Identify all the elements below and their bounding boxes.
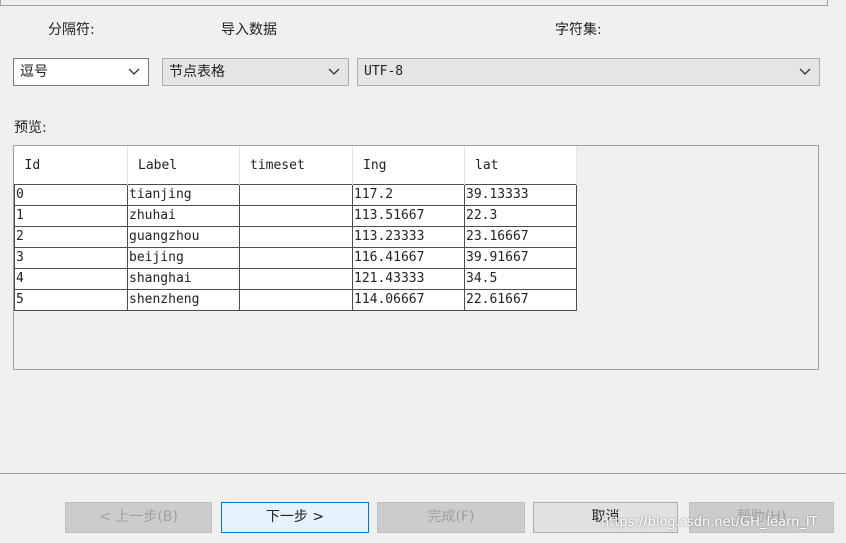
- column-header-lat: lat: [464, 146, 577, 185]
- column-header-label: Label: [127, 146, 240, 185]
- table-cell: 121.43333: [352, 268, 465, 290]
- table-cell: tianjing: [127, 184, 240, 206]
- table-cell: 39.91667: [464, 247, 577, 269]
- charset-select-value: UTF-8: [364, 64, 404, 79]
- table-cell: 22.3: [464, 205, 577, 227]
- table-cell: 113.51667: [352, 205, 465, 227]
- table-cell: 117.2: [352, 184, 465, 206]
- table-row: 3 beijing 116.41667 39.91667: [14, 247, 577, 269]
- table-cell: 0: [14, 184, 128, 206]
- table-cell: 23.16667: [464, 226, 577, 248]
- table-cell: 116.41667: [352, 247, 465, 269]
- table-header-row: Id Label timeset Ing lat: [14, 146, 577, 185]
- table-cell: 113.23333: [352, 226, 465, 248]
- table-cell: shenzheng: [127, 289, 240, 311]
- import-data-select-value: 节点表格: [169, 64, 225, 80]
- table-cell: 4: [14, 268, 128, 290]
- table-cell: [239, 205, 353, 227]
- table-row: 2 guangzhou 113.23333 23.16667: [14, 226, 577, 248]
- table-cell: beijing: [127, 247, 240, 269]
- table-cell: 5: [14, 289, 128, 311]
- table-cell: 39.13333: [464, 184, 577, 206]
- table-row: 0 tianjing 117.2 39.13333: [14, 184, 577, 206]
- table-cell: [239, 226, 353, 248]
- table-cell: zhuhai: [127, 205, 240, 227]
- table-row: 4 shanghai 121.43333 34.5: [14, 268, 577, 290]
- table-cell: 1: [14, 205, 128, 227]
- table-cell: 3: [14, 247, 128, 269]
- chevron-down-icon: [328, 59, 340, 85]
- separator-select-value: 逗号: [20, 64, 48, 80]
- column-header-timeset: timeset: [239, 146, 353, 185]
- chevron-down-icon: [799, 59, 811, 85]
- column-header-id: Id: [14, 146, 128, 185]
- watermark-text: https://blog.csdn.net/GH_learn_IT: [601, 515, 818, 530]
- table-cell: [239, 289, 353, 311]
- charset-select[interactable]: UTF-8: [357, 58, 820, 86]
- column-header-ing: Ing: [352, 146, 465, 185]
- table-cell: guangzhou: [127, 226, 240, 248]
- table-cell: [239, 247, 353, 269]
- table-cell: 22.61667: [464, 289, 577, 311]
- preview-label: 预览:: [14, 120, 47, 136]
- footer-divider: [0, 473, 846, 474]
- import-data-select[interactable]: 节点表格: [162, 58, 349, 86]
- table-cell: 114.06667: [352, 289, 465, 311]
- back-button[interactable]: < 上一步(B): [65, 502, 212, 533]
- table-cell: 34.5: [464, 268, 577, 290]
- table-row: 5 shenzheng 114.06667 22.61667: [14, 289, 577, 311]
- table-cell: shanghai: [127, 268, 240, 290]
- separator-select[interactable]: 逗号: [13, 58, 149, 86]
- next-button[interactable]: 下一步 >: [221, 502, 369, 533]
- table-cell: 2: [14, 226, 128, 248]
- table-cell: [239, 268, 353, 290]
- preview-panel[interactable]: Id Label timeset Ing lat 0 tianjing 117.…: [13, 145, 819, 370]
- import-data-label: 导入数据: [221, 22, 277, 38]
- preview-table: Id Label timeset Ing lat 0 tianjing 117.…: [14, 146, 577, 311]
- finish-button[interactable]: 完成(F): [377, 502, 525, 533]
- chevron-down-icon: [128, 59, 140, 85]
- top-panel-border: [0, 0, 828, 6]
- separator-label: 分隔符:: [48, 22, 95, 38]
- charset-label: 字符集:: [555, 22, 602, 38]
- table-row: 1 zhuhai 113.51667 22.3: [14, 205, 577, 227]
- table-cell: [239, 184, 353, 206]
